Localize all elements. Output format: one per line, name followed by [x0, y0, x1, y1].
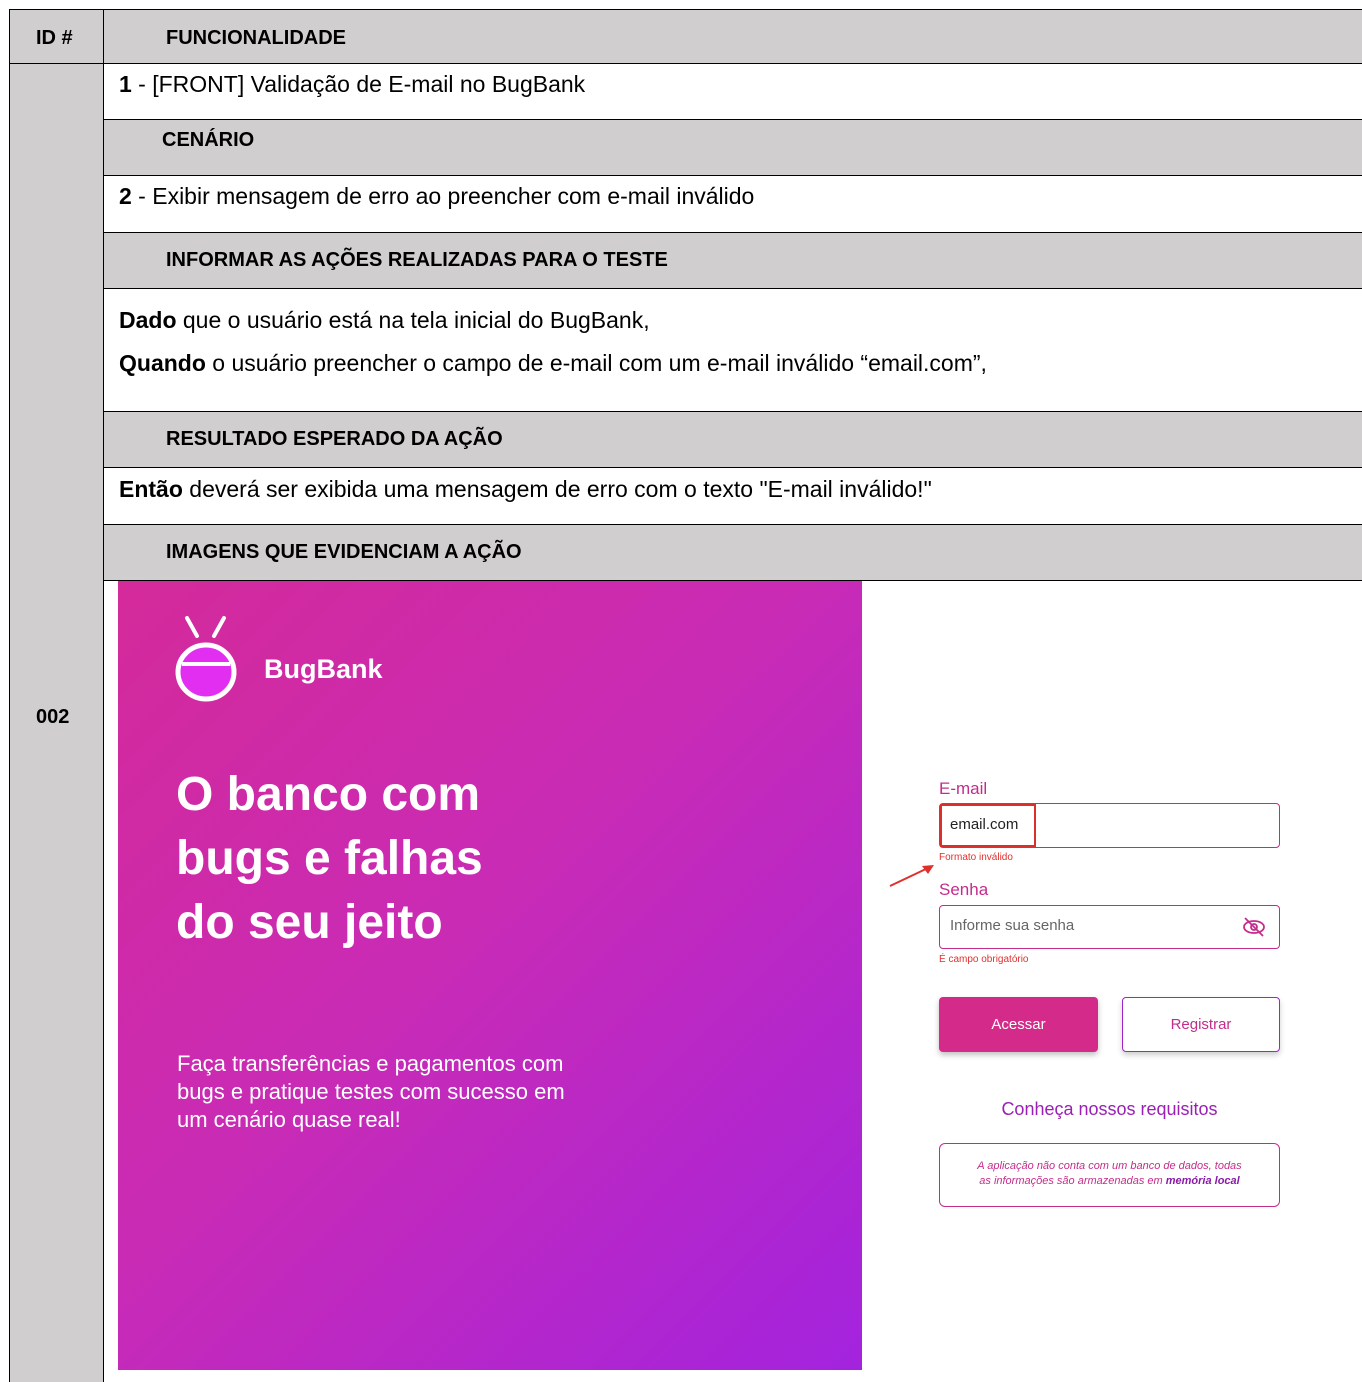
imagens-header: IMAGENS QUE EVIDENCIAM A AÇÃO: [166, 541, 522, 563]
acoes-header: INFORMAR AS AÇÕES REALIZADAS PARA O TEST…: [166, 249, 668, 271]
row-line: [104, 467, 1362, 468]
hero-line-3: do seu jeito: [176, 896, 443, 949]
bugbank-brand: BugBank: [264, 654, 383, 684]
hero-line-1: O banco com: [176, 768, 481, 821]
quando-text: Quando o usuário preencher o campo de e-…: [119, 350, 987, 376]
cenario-header-row: [104, 119, 1362, 175]
row-line: [104, 175, 1362, 176]
registrar-label: Registrar: [1170, 1016, 1232, 1033]
info-line-1: A aplicação não conta com um banco de da…: [977, 1160, 1242, 1172]
cenario-text: 2 - Exibir mensagem de erro ao preencher…: [119, 183, 755, 209]
sub-line-3: um cenário quase real!: [177, 1107, 401, 1132]
header-id: ID #: [36, 27, 73, 49]
funcionalidade-text: 1 - [FRONT] Validação de E-mail no BugBa…: [119, 71, 586, 97]
registrar-button[interactable]: Registrar: [1122, 997, 1280, 1052]
border-header-bottom: [9, 63, 1362, 64]
senha-error: É campo obrigatório: [939, 954, 1029, 965]
row-line: [104, 288, 1362, 289]
info-line-2: as informações são armazenadas em memóri…: [979, 1175, 1240, 1187]
row-line: [104, 119, 1362, 120]
requisitos-link[interactable]: Conheça nossos requisitos: [939, 1099, 1280, 1120]
border-left: [9, 9, 10, 1382]
sub-line-1: Faça transferências e pagamentos com: [177, 1051, 564, 1076]
sub-line-2: bugs e pratique testes com sucesso em: [177, 1079, 565, 1104]
cenario-header: CENÁRIO: [162, 129, 255, 151]
email-label: E-mail: [939, 779, 988, 798]
acessar-button[interactable]: Acessar: [939, 997, 1098, 1052]
email-value: email.com: [950, 816, 1019, 833]
dado-text: Dado que o usuário está na tela inicial …: [119, 307, 650, 333]
border-top: [9, 9, 1362, 10]
entao-text: Então deverá ser exibida uma mensagem de…: [119, 476, 932, 502]
row-line: [104, 232, 1362, 233]
row-line: [104, 524, 1362, 525]
senha-placeholder: Informe sua senha: [950, 917, 1075, 934]
header-funcionalidade: FUNCIONALIDADE: [166, 27, 346, 49]
annotation-arrow-icon: [889, 865, 934, 887]
eye-off-icon[interactable]: [1241, 915, 1267, 939]
column-divider: [103, 9, 104, 1382]
bugbank-logo-icon: [175, 616, 237, 702]
test-id: 002: [36, 706, 70, 728]
row-line: [104, 411, 1362, 412]
acessar-label: Acessar: [991, 1016, 1046, 1033]
email-error: Formato inválido: [939, 852, 1013, 863]
hero-line-2: bugs e falhas: [176, 832, 483, 885]
senha-label: Senha: [939, 880, 989, 899]
resultado-header: RESULTADO ESPERADO DA AÇÃO: [166, 428, 503, 450]
